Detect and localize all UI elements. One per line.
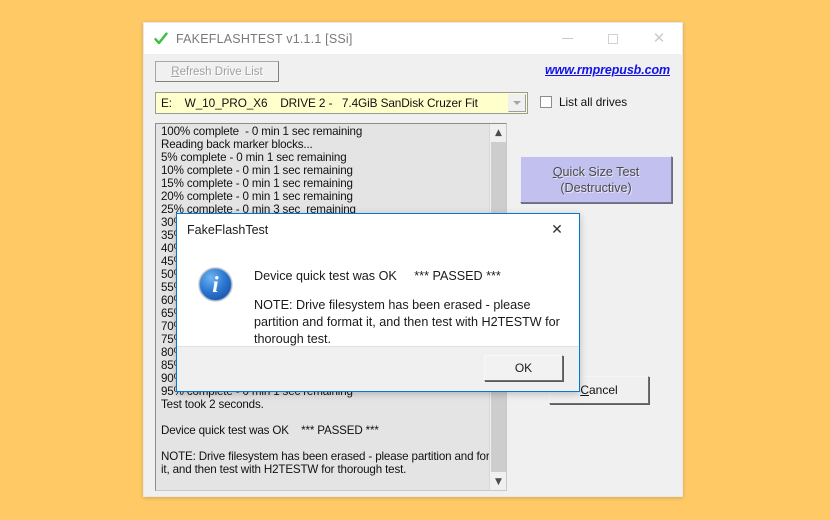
chevron-down-glyph [513, 101, 521, 105]
dialog-titlebar[interactable]: FakeFlashTest ✕ [177, 214, 579, 246]
fakeflashtest-result-dialog: FakeFlashTest ✕ i Device quick test was … [176, 213, 580, 392]
info-icon: i [199, 268, 232, 301]
scroll-down-icon[interactable]: ▼ [490, 473, 507, 490]
quick-test-label-rest: uick Size Test [563, 165, 640, 179]
cancel-accel-letter: C [580, 383, 589, 397]
quick-test-accel-letter: Q [553, 165, 563, 179]
window-titlebar[interactable]: FAKEFLASHTEST v1.1.1 [SSi] ✕ [144, 23, 682, 54]
dialog-message-block: Device quick test was OK *** PASSED *** … [254, 269, 572, 348]
minimize-icon [562, 38, 573, 39]
quick-size-test-line2: (Destructive) [560, 180, 631, 196]
dialog-title: FakeFlashTest [187, 223, 268, 237]
dialog-close-button[interactable]: ✕ [535, 214, 579, 245]
rmprepusb-website-link[interactable]: www.rmprepusb.com [545, 63, 670, 77]
quick-size-test-button[interactable]: Quick Size Test (Destructive) [520, 156, 672, 203]
chevron-down-icon[interactable] [508, 94, 526, 112]
refresh-label-rest: efresh Drive List [180, 66, 263, 78]
dialog-result-message: Device quick test was OK *** PASSED *** [254, 269, 572, 283]
maximize-button[interactable] [590, 23, 636, 54]
green-check-icon [154, 32, 168, 46]
maximize-icon [608, 34, 618, 44]
list-all-drives-checkbox[interactable]: List all drives [540, 95, 627, 109]
ok-button[interactable]: OK [484, 355, 563, 381]
drive-select-value: E: W_10_PRO_X6 DRIVE 2 - 7.4GiB SanDisk … [156, 96, 478, 110]
refresh-accel-letter: R [171, 66, 179, 78]
close-icon: ✕ [653, 31, 666, 46]
cancel-label-rest: ancel [589, 383, 618, 397]
checkbox-box-icon [540, 96, 552, 108]
scroll-up-icon[interactable]: ▲ [490, 124, 507, 141]
list-all-drives-label: List all drives [559, 95, 627, 109]
dialog-body: i Device quick test was OK *** PASSED **… [177, 246, 579, 348]
dialog-footer: OK [177, 346, 579, 391]
drive-select-combobox[interactable]: E: W_10_PRO_X6 DRIVE 2 - 7.4GiB SanDisk … [155, 92, 528, 114]
quick-size-test-line1: Quick Size Test [553, 164, 640, 180]
close-icon: ✕ [551, 222, 563, 238]
minimize-button[interactable] [544, 23, 590, 54]
window-title: FAKEFLASHTEST v1.1.1 [SSi] [176, 32, 353, 46]
refresh-drive-list-button[interactable]: Refresh Drive List [155, 61, 279, 82]
dialog-note-message: NOTE: Drive filesystem has been erased -… [254, 297, 572, 348]
close-button[interactable]: ✕ [636, 23, 682, 54]
